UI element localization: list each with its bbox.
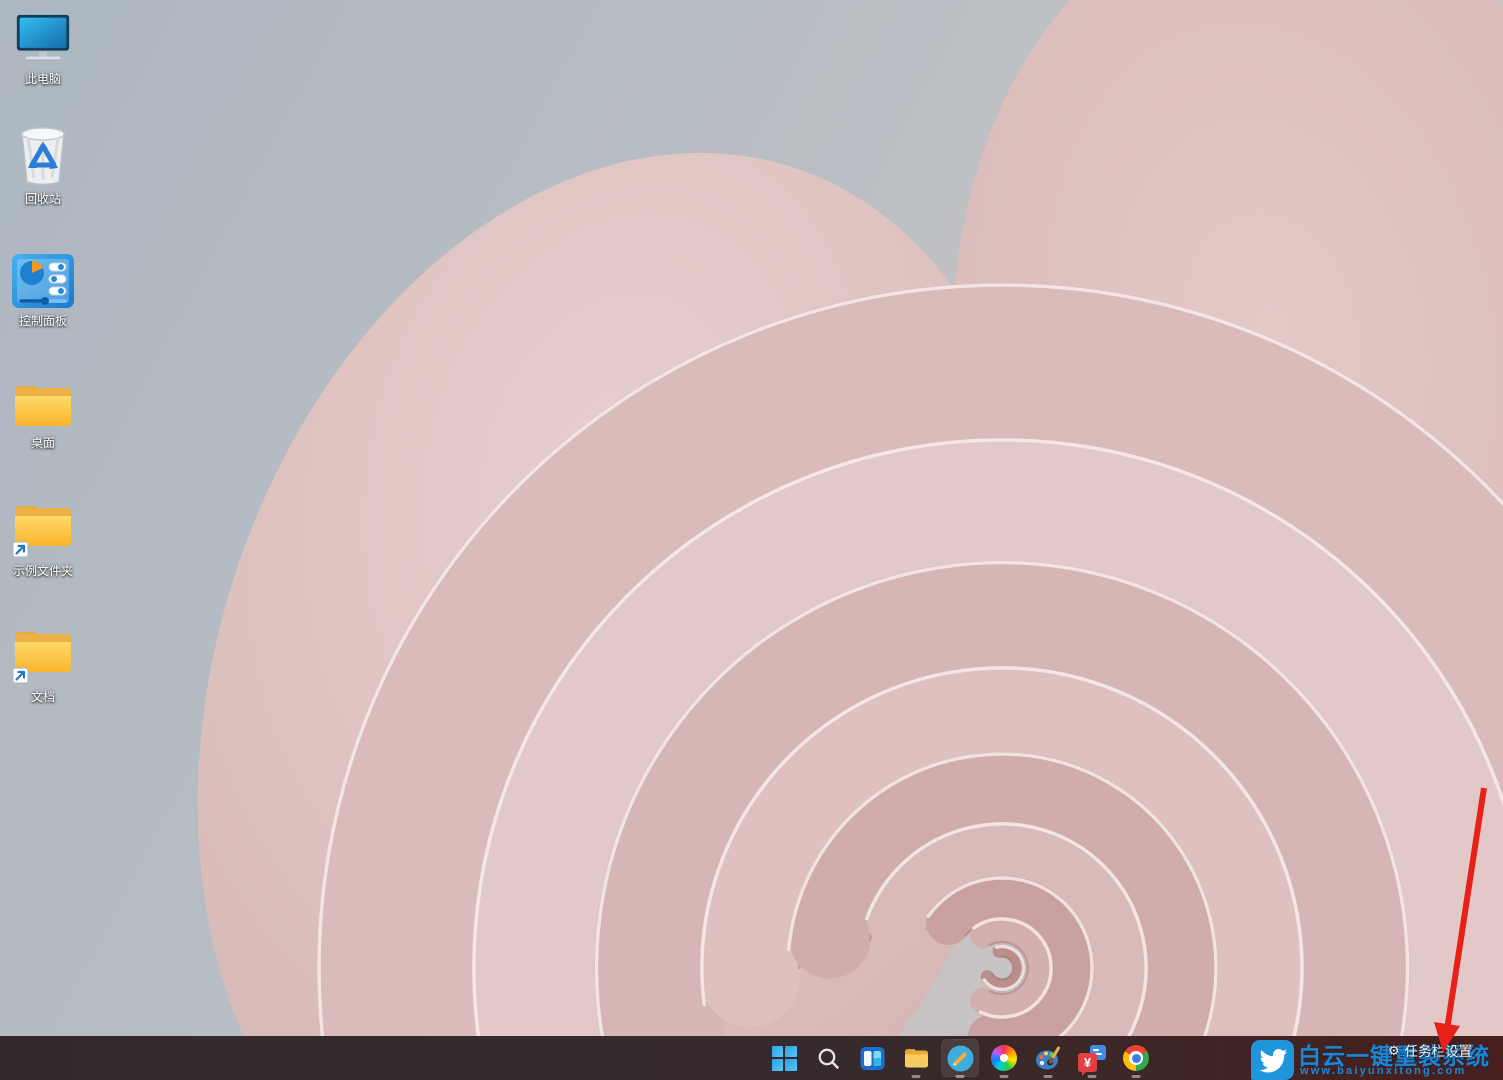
paint-button[interactable] <box>1026 1036 1070 1080</box>
icon-label: 回收站 <box>25 193 61 206</box>
file-explorer-button[interactable] <box>894 1036 938 1080</box>
bird-icon <box>1258 1047 1288 1073</box>
running-indicator <box>1000 1075 1009 1078</box>
color-wheel-app-button[interactable] <box>982 1036 1026 1080</box>
notes-app-icon <box>947 1045 974 1072</box>
icon-label: 示例文件夹 <box>13 565 73 578</box>
desktop-icon-documents[interactable]: 文档 <box>0 626 86 704</box>
running-indicator <box>956 1075 965 1078</box>
notes-app-button[interactable] <box>938 1036 982 1080</box>
yen-glyph: ¥ <box>1084 1055 1091 1070</box>
control-panel-icon <box>11 252 75 310</box>
currency-app-icon: ¥ <box>1078 1045 1106 1072</box>
chrome-icon <box>1123 1045 1149 1071</box>
watermark-logo <box>1251 1040 1294 1080</box>
watermark-url: www.baiyunxitong.com <box>1300 1065 1466 1077</box>
running-indicator <box>912 1075 921 1078</box>
desktop-icon-sample-folder[interactable]: 示例文件夹 <box>0 500 86 578</box>
search-icon <box>816 1046 841 1071</box>
taskbar-icon-group: ¥ <box>762 1036 1158 1080</box>
desktop-icon-desktop-folder[interactable]: 桌面 <box>0 376 86 450</box>
desktop-icon-recycle-bin[interactable]: 回收站 <box>0 120 86 206</box>
context-menu-item-taskbar-settings[interactable]: ⚙ 任务栏设置 <box>1388 1040 1472 1060</box>
chrome-button[interactable] <box>1114 1036 1158 1080</box>
task-view-icon <box>860 1046 885 1071</box>
folder-icon <box>11 376 75 432</box>
currency-app-button[interactable]: ¥ <box>1070 1036 1114 1080</box>
windows-start-icon <box>772 1046 797 1071</box>
file-explorer-icon <box>903 1046 930 1071</box>
folder-shortcut-icon <box>11 500 75 560</box>
start-button[interactable] <box>762 1036 806 1080</box>
running-indicator <box>1088 1075 1097 1078</box>
folder-shortcut-icon <box>11 626 75 686</box>
this-pc-icon <box>12 12 74 68</box>
task-view-button[interactable] <box>850 1036 894 1080</box>
recycle-bin-icon <box>14 120 72 188</box>
search-button[interactable] <box>806 1036 850 1080</box>
icon-label: 文档 <box>31 691 55 704</box>
icon-label: 桌面 <box>31 437 55 450</box>
desktop-icon-control-panel[interactable]: 控制面板 <box>0 252 86 328</box>
wallpaper-bloom-image <box>0 0 1503 1080</box>
gear-icon: ⚙ <box>1388 1044 1400 1057</box>
icon-label: 此电脑 <box>25 73 61 86</box>
context-menu-label: 任务栏设置 <box>1405 1040 1473 1060</box>
desktop: 此电脑 回收站 <box>0 0 1503 1080</box>
icon-label: 控制面板 <box>19 315 67 328</box>
running-indicator <box>1044 1075 1053 1078</box>
running-indicator <box>1132 1075 1141 1078</box>
color-wheel-icon <box>991 1045 1017 1071</box>
desktop-icon-this-pc[interactable]: 此电脑 <box>0 12 86 86</box>
paint-icon <box>1035 1045 1062 1072</box>
